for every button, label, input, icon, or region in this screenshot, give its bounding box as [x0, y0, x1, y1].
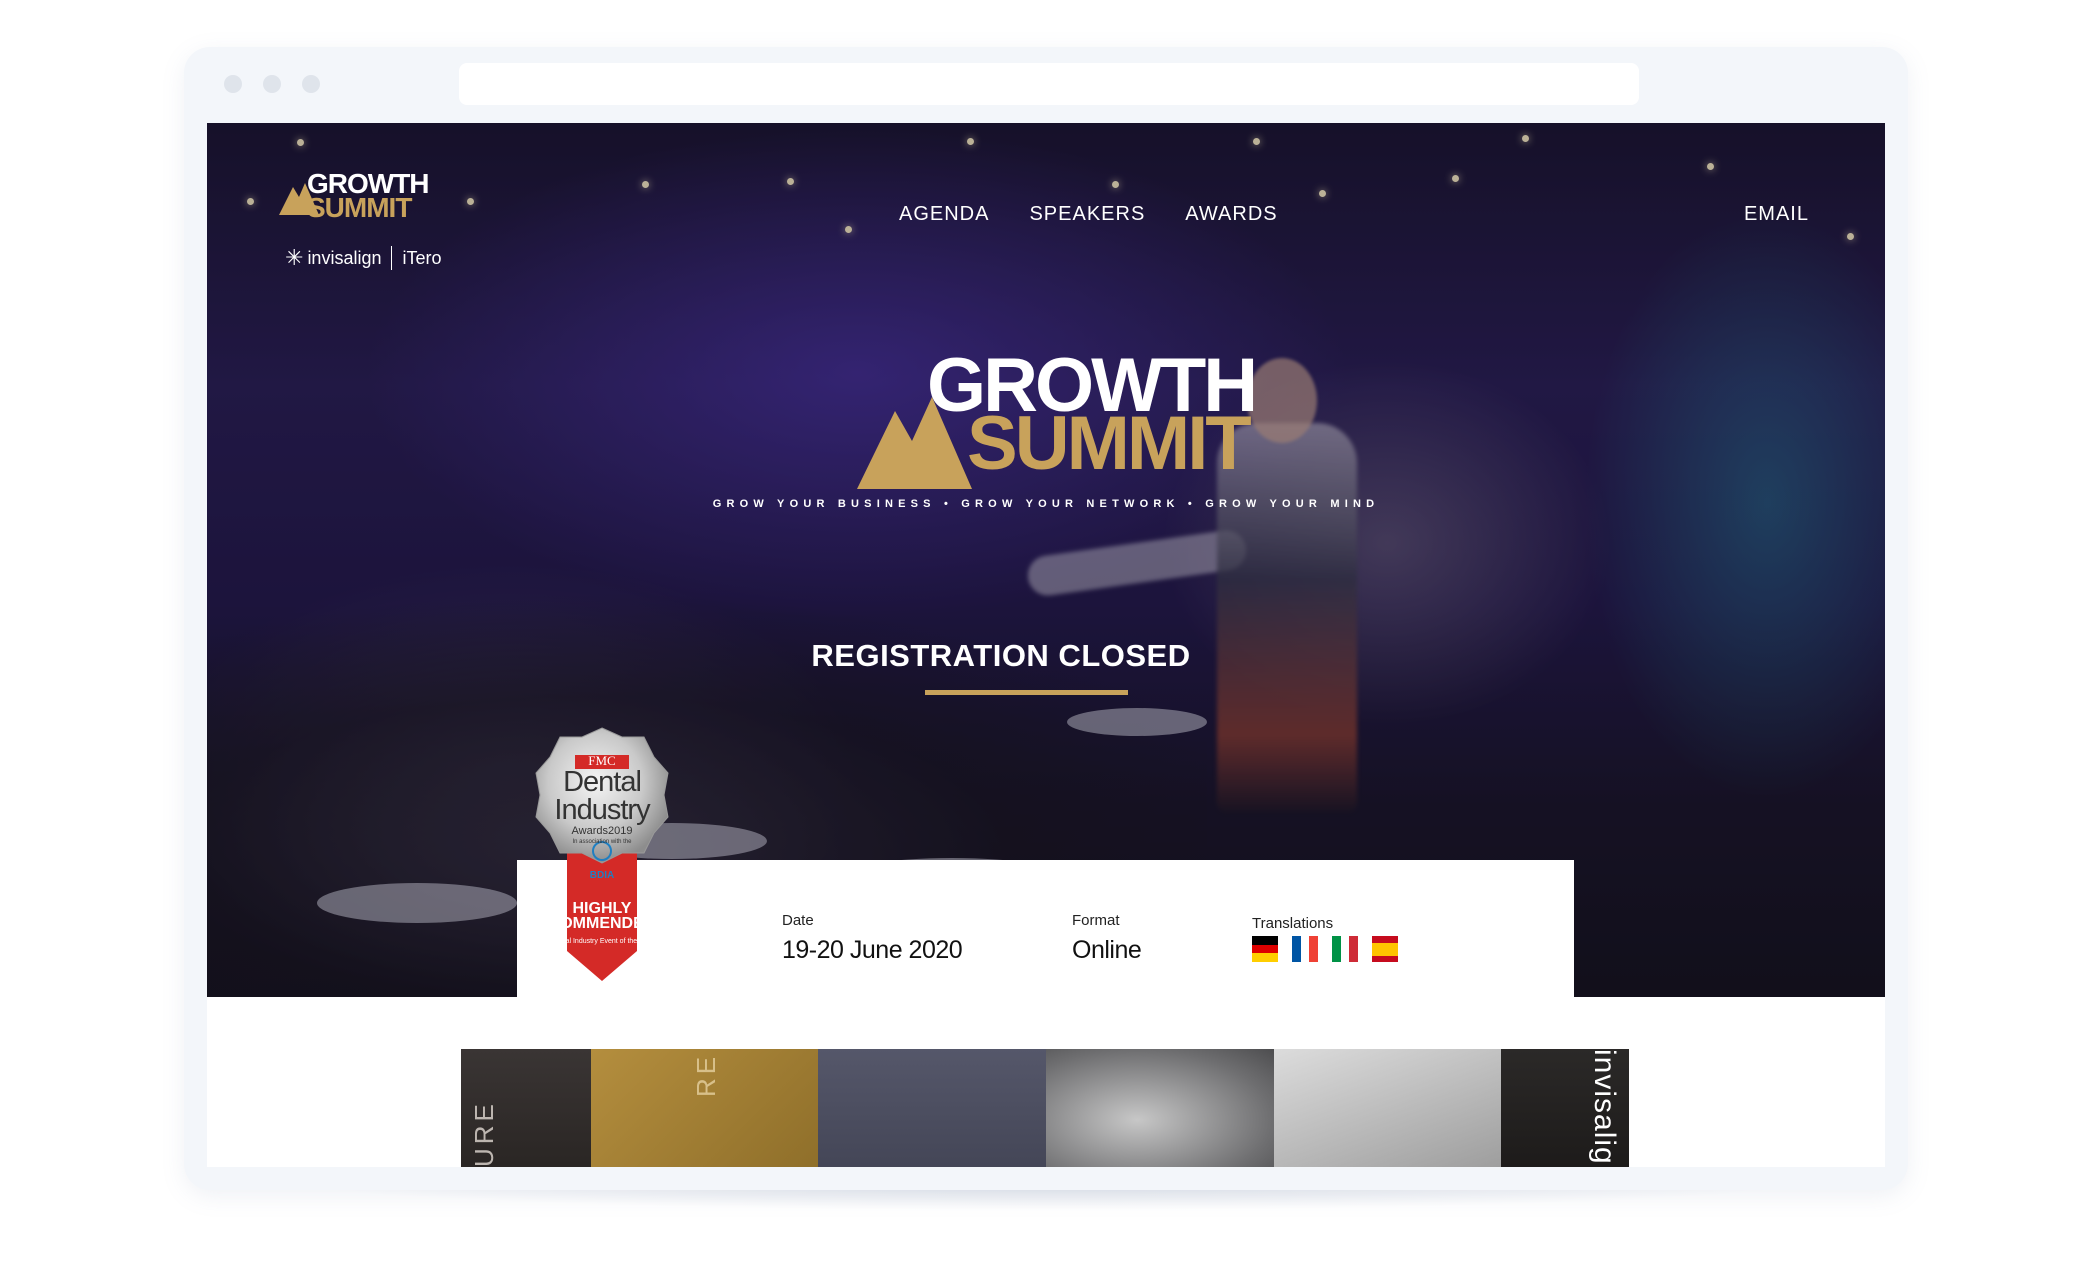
nav-speakers[interactable]: SPEAKERS [1029, 203, 1145, 226]
site-logo[interactable]: GROWTH SUMMIT [279, 170, 449, 223]
gallery-tile[interactable]: RE [591, 1049, 818, 1167]
it-flag-icon[interactable] [1332, 936, 1358, 962]
hero-tagline: GROW YOUR BUSINESS • GROW YOUR NETWORK •… [712, 498, 1380, 510]
badge-awards: Awards2019 [571, 825, 633, 837]
tile-text: URE [469, 1100, 499, 1167]
hero-section: GROWTH SUMMIT ✳ invisalign iTero AGENDA … [207, 123, 1885, 997]
gallery-strip: URE RE invisalig [461, 1049, 1629, 1167]
hero-logo: GROWTH SUMMIT [857, 348, 1277, 491]
fr-flag-icon[interactable] [1292, 936, 1318, 962]
badge-result: HIGHLY COMMENDED [548, 900, 656, 932]
tile-text: RE [691, 1052, 721, 1097]
nav-email[interactable]: EMAIL [1744, 203, 1809, 226]
badge-org: BDIA [589, 870, 615, 881]
tile-text: invisalig [1588, 1049, 1621, 1165]
window-dot-maximize[interactable] [302, 75, 320, 93]
nav-agenda[interactable]: AGENDA [899, 203, 989, 226]
itero-logo: iTero [402, 247, 442, 268]
page-viewport: GROWTH SUMMIT ✳ invisalign iTero AGENDA … [207, 123, 1885, 1167]
gallery-tile[interactable] [1274, 1049, 1501, 1167]
address-bar[interactable] [459, 63, 1639, 105]
format-value: Online [1072, 936, 1142, 964]
registration-status: REGISTRATION CLOSED [811, 638, 1191, 673]
status-underline [925, 690, 1128, 695]
translations-label: Translations [1252, 915, 1334, 932]
gallery-tile[interactable]: invisalig [1501, 1049, 1629, 1167]
es-flag-icon[interactable] [1372, 936, 1398, 962]
logo-line-summit: SUMMIT [307, 192, 412, 223]
date-value: 19-20 June 2020 [782, 936, 963, 964]
date-label: Date [782, 912, 814, 929]
award-badge: FMC Dental Industry Awards2019 In associ… [532, 723, 732, 997]
gallery-tile[interactable]: URE [461, 1049, 591, 1167]
window-dot-close[interactable] [224, 75, 242, 93]
de-flag-icon[interactable] [1252, 936, 1278, 962]
partner-logos: ✳ invisalign iTero [285, 244, 442, 272]
main-nav: AGENDA SPEAKERS AWARDS [899, 203, 1278, 226]
partner-divider [391, 246, 393, 270]
hero-logo-summit: SUMMIT [967, 401, 1252, 486]
badge-title: Dental Industry [554, 766, 650, 826]
gallery-tile[interactable] [1046, 1049, 1274, 1167]
badge-category: Dental Industry Event of the Year [550, 938, 654, 945]
badge-assoc: In association with the [572, 839, 632, 845]
window-dot-minimize[interactable] [263, 75, 281, 93]
nav-awards[interactable]: AWARDS [1185, 203, 1277, 226]
invisalign-logo: invisalign [307, 247, 382, 268]
gallery-tile[interactable] [818, 1049, 1046, 1167]
browser-window: GROWTH SUMMIT ✳ invisalign iTero AGENDA … [184, 47, 1908, 1190]
format-label: Format [1072, 912, 1120, 929]
invisalign-star-icon: ✳ [285, 245, 304, 270]
